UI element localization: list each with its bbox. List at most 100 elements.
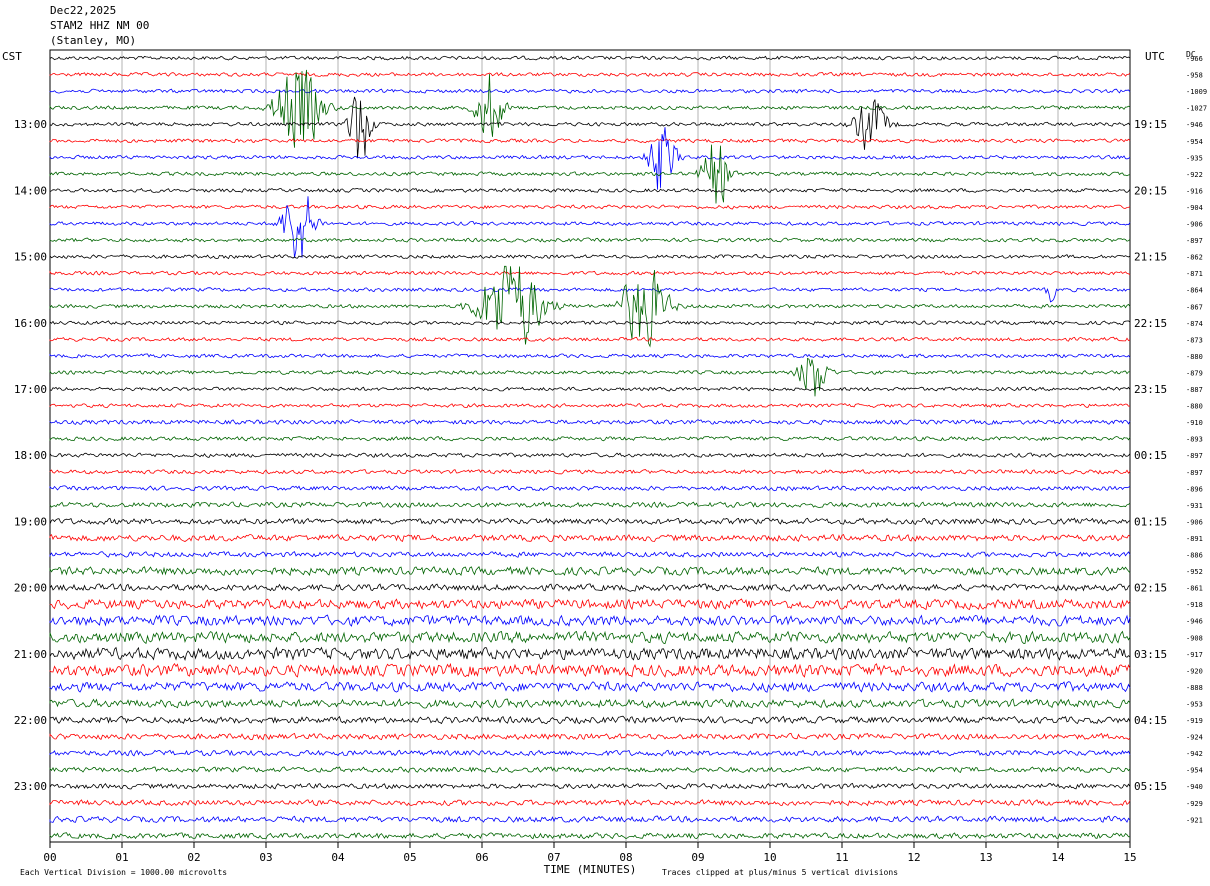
- trace-line: [49, 88, 1131, 94]
- dc-offset-label: -942: [1186, 750, 1203, 758]
- left-hour-label: 14:00: [14, 184, 47, 197]
- dc-offset-label: -880: [1186, 403, 1203, 411]
- dc-offset-label: -864: [1186, 287, 1203, 295]
- dc-offset-label: -940: [1186, 783, 1203, 791]
- x-tick-label: 01: [115, 851, 128, 864]
- trace-line: [49, 749, 1131, 757]
- trace-line: [49, 614, 1131, 627]
- trace-line: [49, 69, 1131, 148]
- right-hour-label: 01:15: [1134, 515, 1167, 528]
- trace-line: [49, 630, 1131, 645]
- x-tick-label: 00: [43, 851, 56, 864]
- seismogram-plot: 00 01 02 03 04 05 06 07 08 09 10 11 12 13 14 15TIME (MI…: [14, 49, 1207, 876]
- trace-line: [49, 353, 1131, 359]
- dc-offset-label: -906: [1186, 221, 1203, 229]
- dc-offset-label: -867: [1186, 303, 1203, 311]
- trace-line: [49, 681, 1131, 693]
- trace-line: [49, 320, 1131, 326]
- x-tick-label: 03: [259, 851, 272, 864]
- trace-line: [49, 533, 1131, 543]
- dc-offset-label: -918: [1186, 601, 1203, 609]
- trace-line: [49, 386, 1131, 392]
- trace-line: [49, 254, 1131, 260]
- dc-offset-label: -888: [1186, 684, 1203, 692]
- right-hour-label: 20:15: [1134, 184, 1167, 197]
- dc-offset-label: -952: [1186, 568, 1203, 576]
- dc-offset-label: -954: [1186, 767, 1203, 775]
- x-tick-label: 04: [331, 851, 345, 864]
- trace-line: [49, 646, 1131, 661]
- right-hour-label: 23:15: [1134, 383, 1167, 396]
- dc-offset-label: -931: [1186, 502, 1203, 510]
- dc-offset-label: -1027: [1186, 105, 1207, 113]
- dc-offset-label: -921: [1186, 816, 1203, 824]
- x-tick-label: 05: [403, 851, 416, 864]
- dc-offset-label: -873: [1186, 336, 1203, 344]
- trace-line: [49, 237, 1131, 243]
- right-timezone-label: UTC: [1145, 50, 1165, 63]
- trace-line: [49, 766, 1131, 774]
- dc-offset-label: -879: [1186, 369, 1203, 377]
- trace-line: [49, 517, 1131, 526]
- trace-line: [49, 55, 1131, 61]
- dc-offset-label: -958: [1186, 72, 1203, 80]
- dc-offset-label: -954: [1186, 138, 1203, 146]
- left-hour-label: 16:00: [14, 317, 47, 330]
- dc-offset-label: -908: [1186, 634, 1203, 642]
- right-hour-label: 22:15: [1134, 317, 1167, 330]
- trace-line: [49, 832, 1131, 840]
- dc-offset-label: -904: [1186, 204, 1203, 212]
- x-tick-label: 10: [763, 851, 776, 864]
- left-hour-label: 18:00: [14, 449, 47, 462]
- trace-line: [49, 419, 1131, 425]
- trace-line: [49, 662, 1131, 678]
- x-tick-label: 06: [475, 851, 488, 864]
- dc-offset-label: -946: [1186, 121, 1203, 129]
- trace-line: [49, 799, 1131, 807]
- scale-note: Each Vertical Division = 1000.00 microvo…: [20, 868, 228, 877]
- trace-line: [49, 469, 1131, 475]
- right-hour-label: 03:15: [1134, 648, 1167, 661]
- trace-line: [49, 204, 1131, 210]
- left-hour-label: 19:00: [14, 515, 47, 528]
- dc-offset-label: -917: [1186, 651, 1203, 659]
- left-timezone-label: CST: [2, 50, 22, 63]
- trace-line: [49, 72, 1131, 77]
- dc-offset-label: -861: [1186, 585, 1203, 593]
- trace-line: [49, 715, 1131, 725]
- trace-line: [49, 336, 1131, 342]
- right-hour-label: 02:15: [1134, 582, 1167, 595]
- trace-line: [49, 732, 1131, 741]
- dc-offset-label: -920: [1186, 667, 1203, 675]
- dc-offset-label: -946: [1186, 618, 1203, 626]
- dc-offset-label: -891: [1186, 535, 1203, 543]
- trace-line: [49, 782, 1131, 790]
- trace-line: [49, 452, 1131, 458]
- dc-offset-label: -880: [1186, 353, 1203, 361]
- clip-note: Traces clipped at plus/minus 5 vertical …: [662, 868, 899, 877]
- dc-label: DC: [1186, 50, 1196, 59]
- trace-line: [49, 485, 1131, 492]
- trace-line: [49, 127, 1131, 190]
- left-hour-label: 20:00: [14, 582, 47, 595]
- dc-offset-label: -924: [1186, 734, 1203, 742]
- dc-offset-label: -922: [1186, 171, 1203, 179]
- left-hour-label: 15:00: [14, 251, 47, 264]
- trace-line: [49, 138, 1131, 144]
- dc-offset-label: -953: [1186, 700, 1203, 708]
- left-hour-label: 17:00: [14, 383, 47, 396]
- trace-line: [49, 815, 1131, 824]
- dc-offset-label: -897: [1186, 469, 1203, 477]
- trace-line: [49, 144, 1131, 204]
- trace-line: [49, 565, 1131, 577]
- dc-offset-label: -929: [1186, 800, 1203, 808]
- location-label: (Stanley, MO): [50, 34, 137, 47]
- dc-offset-label: -896: [1186, 485, 1203, 493]
- dc-offset-label: -897: [1186, 237, 1203, 245]
- dc-offset-label: -871: [1186, 270, 1203, 278]
- left-hour-label: 13:00: [14, 118, 47, 131]
- left-hour-label: 22:00: [14, 714, 47, 727]
- trace-line: [49, 187, 1131, 193]
- x-tick-label: 14: [1051, 851, 1065, 864]
- trace-line: [49, 598, 1131, 611]
